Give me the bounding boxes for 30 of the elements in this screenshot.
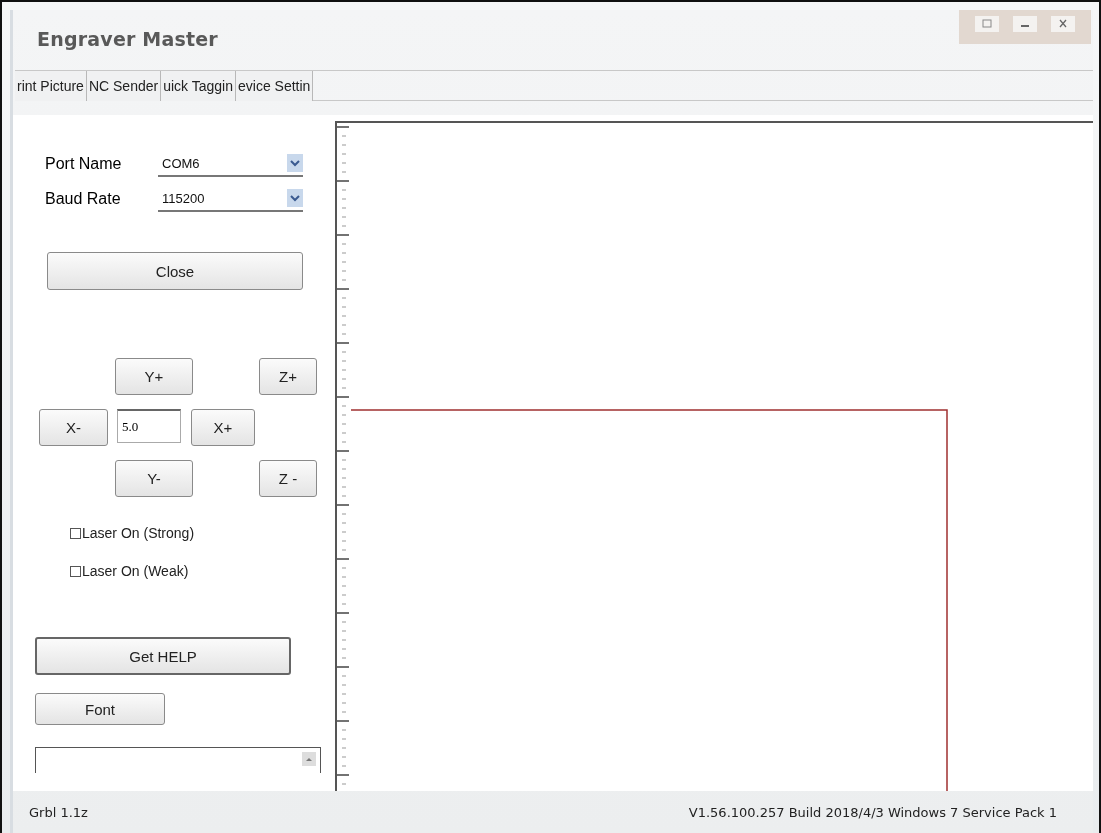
minimize-icon[interactable] — [1013, 16, 1037, 32]
dropdown[interactable]: COM6 — [158, 151, 303, 177]
jog-button[interactable]: X- — [39, 409, 108, 446]
laser-checkbox[interactable]: Laser On (Weak) — [70, 563, 335, 579]
jog-button[interactable]: Z - — [259, 460, 317, 497]
dropdown[interactable]: 115200 — [158, 186, 303, 212]
jog-button[interactable]: Y+ — [115, 358, 193, 395]
window-title: Engraver Master — [37, 28, 218, 50]
step-field[interactable]: 5.0 — [117, 409, 181, 443]
close-button[interactable]: Close — [47, 252, 303, 290]
laser-checkbox[interactable]: Laser On (Strong) — [70, 525, 335, 541]
jog-button[interactable]: Y- — [115, 460, 193, 497]
chevron-down-icon — [287, 189, 303, 207]
field-label: Port Name — [45, 155, 123, 173]
jog-button[interactable]: Z+ — [259, 358, 317, 395]
tab[interactable]: rint Picture — [15, 71, 87, 101]
version-text: V1.56.100.257 Build 2018/4/3 Windows 7 Service Pack 1 — [688, 804, 1057, 820]
jog-button[interactable]: X+ — [191, 409, 255, 446]
field-label: Baud Rate — [45, 190, 122, 208]
chevron-down-icon — [287, 154, 303, 172]
status-text: Grbl 1.1z — [29, 804, 88, 820]
dropdown-value: 115200 — [162, 190, 205, 206]
tab[interactable]: NC Sender — [86, 71, 162, 101]
scroll-up-icon[interactable] — [302, 752, 316, 766]
help-button[interactable]: Get HELP — [35, 637, 291, 675]
tab[interactable]: uick Taggin — [161, 71, 236, 101]
close-icon[interactable] — [1051, 16, 1075, 32]
tab[interactable]: evice Settin — [236, 71, 314, 101]
font-button[interactable]: Font — [35, 693, 165, 725]
dropdown-value: COM6 — [162, 155, 200, 171]
